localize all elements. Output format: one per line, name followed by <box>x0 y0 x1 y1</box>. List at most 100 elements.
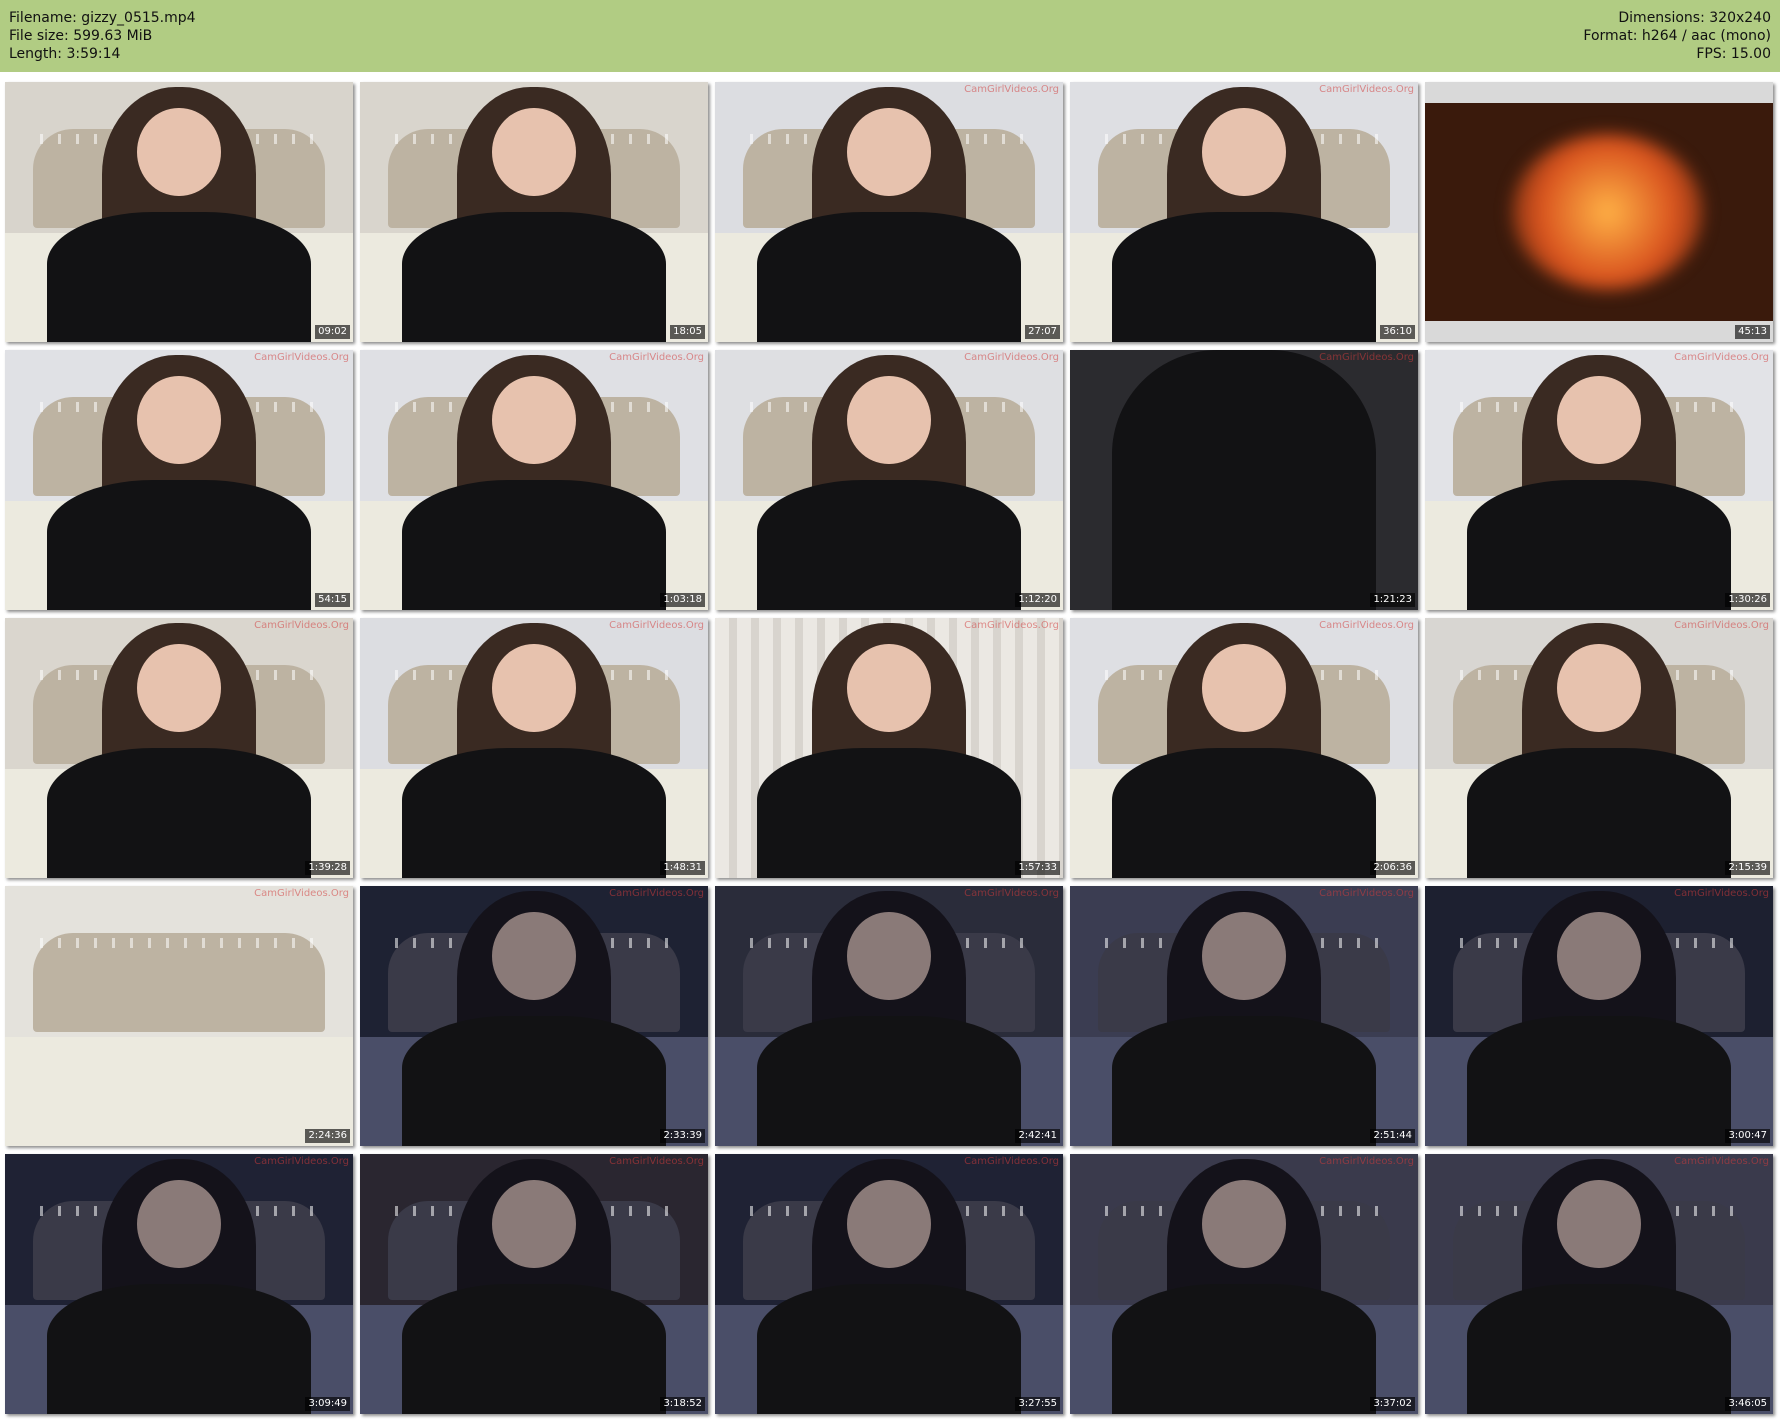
thumbnail-scene <box>1425 1154 1773 1414</box>
face <box>492 644 576 733</box>
fire-glow <box>1512 134 1704 290</box>
timestamp-label: 3:46:05 <box>1725 1397 1770 1411</box>
video-thumbnail: CamGirlVideos.Org 1:57:33 <box>715 618 1063 878</box>
watermark-text: CamGirlVideos.Org <box>1319 888 1414 899</box>
thumbnail-scene <box>715 350 1063 610</box>
black-robe <box>756 1284 1022 1414</box>
video-thumbnail: CamGirlVideos.Org 3:46:05 <box>1425 1154 1773 1414</box>
black-robe <box>756 480 1022 610</box>
video-thumbnail: CamGirlVideos.Org 2:24:36 <box>5 886 353 1146</box>
bed <box>5 1036 353 1146</box>
timestamp-label: 18:05 <box>670 325 705 339</box>
black-robe <box>401 1016 667 1146</box>
face <box>847 376 931 465</box>
watermark-text: CamGirlVideos.Org <box>609 888 704 899</box>
thumbnail-scene <box>5 618 353 878</box>
black-robe <box>401 480 667 610</box>
timestamp-label: 2:24:36 <box>305 1129 350 1143</box>
timestamp-label: 1:12:20 <box>1015 593 1060 607</box>
thumbnail-scene <box>715 1154 1063 1414</box>
timestamp-label: 09:02 <box>315 325 350 339</box>
thumbnail-scene <box>1070 886 1418 1146</box>
thumbnail-scene <box>1070 1154 1418 1414</box>
black-robe <box>1466 480 1732 610</box>
video-thumbnail: CamGirlVideos.Org 2:15:39 <box>1425 618 1773 878</box>
black-robe <box>1111 1284 1377 1414</box>
black-robe <box>1466 1016 1732 1146</box>
video-thumbnail: 45:13 <box>1425 82 1773 342</box>
video-thumbnail: CamGirlVideos.Org 2:51:44 <box>1070 886 1418 1146</box>
watermark-text: CamGirlVideos.Org <box>609 352 704 363</box>
video-thumbnail: CamGirlVideos.Org 1:12:20 <box>715 350 1063 610</box>
face <box>1557 644 1641 733</box>
black-robe <box>46 212 312 342</box>
length-label: Length: 3:59:14 <box>9 46 121 62</box>
face <box>492 376 576 465</box>
info-header: Filename: gizzy_0515.mp4 File size: 599.… <box>0 0 1780 72</box>
thumbnail-scene <box>360 618 708 878</box>
face <box>492 108 576 197</box>
watermark-text: CamGirlVideos.Org <box>964 620 1059 631</box>
face <box>847 912 931 1001</box>
thumbnail-scene <box>360 1154 708 1414</box>
face <box>1202 1180 1286 1269</box>
video-thumbnail: CamGirlVideos.Org 3:27:55 <box>715 1154 1063 1414</box>
thumbnail-scene <box>1425 350 1773 610</box>
video-info: Dimensions: 320x240 Format: h264 / aac (… <box>1583 9 1771 63</box>
video-thumbnail: CamGirlVideos.Org 1:48:31 <box>360 618 708 878</box>
black-robe <box>1111 748 1377 878</box>
black-robe <box>1111 1016 1377 1146</box>
black-robe <box>46 748 312 878</box>
watermark-text: CamGirlVideos.Org <box>254 620 349 631</box>
video-thumbnail: CamGirlVideos.Org 1:39:28 <box>5 618 353 878</box>
watermark-text: CamGirlVideos.Org <box>1674 352 1769 363</box>
black-robe <box>1466 748 1732 878</box>
video-thumbnail: CamGirlVideos.Org 3:18:52 <box>360 1154 708 1414</box>
video-thumbnail: CamGirlVideos.Org 2:06:36 <box>1070 618 1418 878</box>
face <box>1557 912 1641 1001</box>
video-thumbnail: CamGirlVideos.Org 36:10 <box>1070 82 1418 342</box>
face <box>1557 1180 1641 1269</box>
black-robe <box>401 212 667 342</box>
face <box>847 644 931 733</box>
face <box>1202 912 1286 1001</box>
timestamp-label: 3:00:47 <box>1725 1129 1770 1143</box>
thumbnail-scene <box>5 82 353 342</box>
timestamp-label: 3:09:49 <box>305 1397 350 1411</box>
watermark-text: CamGirlVideos.Org <box>1674 888 1769 899</box>
timestamp-label: 27:07 <box>1025 325 1060 339</box>
timestamp-label: 1:48:31 <box>660 861 705 875</box>
timestamp-label: 2:51:44 <box>1370 1129 1415 1143</box>
thumbnail-scene <box>1070 350 1418 610</box>
watermark-text: CamGirlVideos.Org <box>964 888 1059 899</box>
black-robe <box>756 748 1022 878</box>
thumbnail-scene <box>360 82 708 342</box>
thumbnail-scene <box>5 1154 353 1414</box>
video-thumbnail: CamGirlVideos.Org 3:09:49 <box>5 1154 353 1414</box>
video-thumbnail: CamGirlVideos.Org 3:00:47 <box>1425 886 1773 1146</box>
timestamp-label: 2:15:39 <box>1725 861 1770 875</box>
watermark-text: CamGirlVideos.Org <box>609 1156 704 1167</box>
face <box>1557 376 1641 465</box>
timestamp-label: 3:27:55 <box>1015 1397 1060 1411</box>
black-robe <box>46 480 312 610</box>
black-robe <box>46 1284 312 1414</box>
filesize-label: File size: 599.63 MiB <box>9 28 153 44</box>
timestamp-label: 45:13 <box>1735 325 1770 339</box>
timestamp-label: 1:39:28 <box>305 861 350 875</box>
timestamp-label: 2:33:39 <box>660 1129 705 1143</box>
timestamp-label: 1:03:18 <box>660 593 705 607</box>
thumbnail-scene <box>5 886 353 1146</box>
black-robe <box>401 1284 667 1414</box>
face <box>137 644 221 733</box>
face <box>1202 644 1286 733</box>
watermark-text: CamGirlVideos.Org <box>1319 620 1414 631</box>
black-robe <box>1466 1284 1732 1414</box>
thumbnail-scene <box>715 618 1063 878</box>
watermark-text: CamGirlVideos.Org <box>254 888 349 899</box>
watermark-text: CamGirlVideos.Org <box>964 84 1059 95</box>
watermark-text: CamGirlVideos.Org <box>1674 1156 1769 1167</box>
video-thumbnail: 18:05 <box>360 82 708 342</box>
face <box>137 108 221 197</box>
watermark-text: CamGirlVideos.Org <box>964 1156 1059 1167</box>
